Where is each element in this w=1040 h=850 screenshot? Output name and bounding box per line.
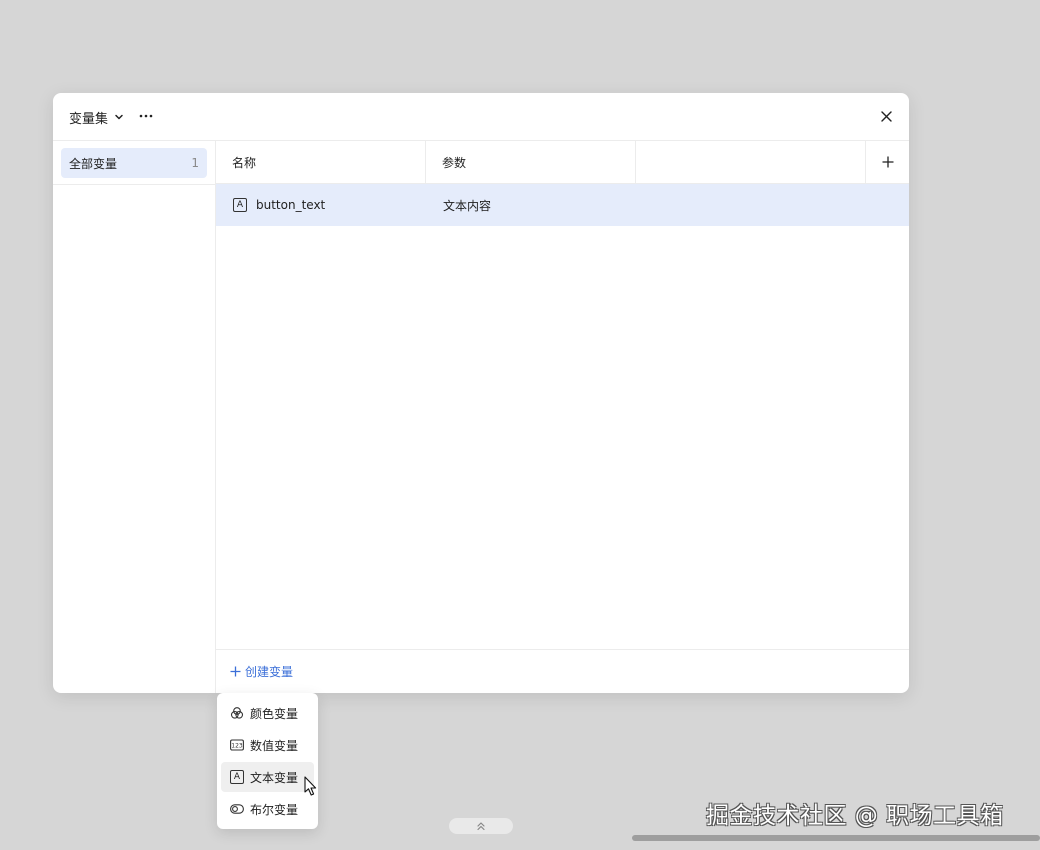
panel-header: 变量集 <box>53 93 909 141</box>
sidebar-item-label: 全部变量 <box>69 156 118 171</box>
sidebar-item-all-variables[interactable]: 全部变量 1 <box>61 148 207 178</box>
menu-item-boolean-variable[interactable]: 布尔变量 <box>221 794 314 824</box>
cell-param: 文本内容 <box>443 184 491 226</box>
variable-set-title: 变量集 <box>69 111 109 127</box>
menu-item-color-variable[interactable]: 颜色变量 <box>221 698 314 728</box>
column-header-param: 参数 <box>426 141 636 183</box>
color-variable-icon <box>230 706 244 720</box>
menu-item-label: 颜色变量 <box>250 706 299 721</box>
number-variable-icon: 123 <box>230 738 244 752</box>
sidebar-divider <box>53 184 216 185</box>
table-header: 名称 参数 <box>216 141 909 184</box>
menu-item-text-variable[interactable]: A 文本变量 <box>221 762 314 792</box>
svg-text:123: 123 <box>231 743 243 750</box>
boolean-variable-icon <box>230 802 244 816</box>
cell-name: A button_text <box>233 184 325 226</box>
plus-icon <box>230 666 241 677</box>
sidebar: 全部变量 1 <box>53 141 216 693</box>
horizontal-scrollbar[interactable] <box>632 835 1040 841</box>
table-row[interactable]: A button_text 文本内容 <box>216 184 909 226</box>
plus-icon <box>882 156 893 168</box>
variable-type-menu: 颜色变量 123 数值变量 A 文本变量 布尔变量 <box>217 693 318 829</box>
chevron-down-icon <box>113 111 125 123</box>
variable-name: button_text <box>256 198 326 212</box>
menu-item-label: 文本变量 <box>250 770 299 785</box>
add-column-button[interactable] <box>866 141 909 183</box>
expand-panel-handle[interactable] <box>449 818 513 834</box>
watermark: 掘金技术社区 @ 职场工具箱 <box>706 803 1004 829</box>
table-footer: 创建变量 <box>216 649 909 693</box>
menu-item-number-variable[interactable]: 123 数值变量 <box>221 730 314 760</box>
variables-panel: 变量集 全部变量 1 名称 参数 A button_text 文本内容 创建变量 <box>53 93 909 693</box>
variable-set-selector[interactable]: 变量集 <box>69 108 125 127</box>
double-chevron-up-icon <box>477 822 485 831</box>
more-icon <box>139 114 153 118</box>
column-header-name: 名称 <box>216 141 426 183</box>
text-variable-icon: A <box>230 770 244 784</box>
close-icon <box>880 110 892 122</box>
menu-item-label: 布尔变量 <box>250 802 299 817</box>
menu-item-label: 数值变量 <box>250 738 299 753</box>
more-options-button[interactable] <box>137 107 155 125</box>
text-variable-icon: A <box>233 198 247 212</box>
column-header-empty <box>636 141 866 183</box>
sidebar-item-count: 1 <box>191 156 199 170</box>
variable-param: 文本内容 <box>443 198 492 213</box>
create-variable-button[interactable]: 创建变量 <box>230 663 293 680</box>
create-variable-label: 创建变量 <box>245 665 294 679</box>
mouse-cursor-icon <box>304 776 317 796</box>
close-button[interactable] <box>877 107 895 125</box>
